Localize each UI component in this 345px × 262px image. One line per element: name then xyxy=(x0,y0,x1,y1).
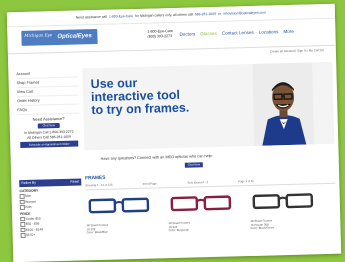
opticaleyes-page: Need assistance call 1-800-Eye-Care for … xyxy=(7,4,341,262)
hero-person-image xyxy=(252,62,314,146)
refine-panel: Refine By Reset CATEGORY Men Women Kids … xyxy=(19,178,83,238)
option-label: Kids xyxy=(25,205,31,209)
need-assistance-label: Need Assistance? xyxy=(18,115,80,122)
topbar-text-b: for Michigan callers only, all others ca… xyxy=(135,12,193,18)
items-per-page[interactable]: Items/Page: xyxy=(142,181,157,185)
schedule-appointment-button[interactable]: Schedule an Appointment Online xyxy=(20,141,78,149)
checkbox[interactable] xyxy=(20,216,25,221)
product-card[interactable]: Jill Stuart Frames JS 323 Color: Black/B… xyxy=(86,194,159,234)
account-links[interactable]: Create an Account | Sign In | My Cart (0… xyxy=(270,48,324,53)
product-color: Color: Black/Green xyxy=(250,225,322,230)
glasses-image xyxy=(168,192,235,214)
option-label: Under $50 xyxy=(26,216,41,220)
sidebar: Account Shop Frames View Cart Order Hist… xyxy=(16,68,80,148)
option-label: $100 - $149 xyxy=(26,227,43,231)
product-color: Color: Black/Blue xyxy=(87,229,159,234)
frames-section: FRAMES Showing 1 - 12 of 125 Items/Page:… xyxy=(85,170,336,235)
nav-more[interactable]: More xyxy=(283,29,294,34)
glasses-image xyxy=(86,195,153,217)
checkbox[interactable] xyxy=(20,227,25,232)
refine-title: Refine By xyxy=(21,180,36,187)
nav-glasses[interactable]: Glasses xyxy=(200,31,217,36)
chat-now-button[interactable]: Chat Now xyxy=(185,162,203,167)
category-option-kids[interactable]: Kids xyxy=(20,203,82,209)
hero-line-3: to try on frames. xyxy=(91,102,189,118)
sidebar-item-faqs[interactable]: FAQs xyxy=(17,104,79,115)
phone-line-2: (800) 393-2273 xyxy=(147,34,173,40)
results-count: Showing 1 - 12 of 125 xyxy=(85,183,112,188)
logo-script-text: Michigan Eye xyxy=(24,32,52,38)
pagination[interactable]: Page 1 of 11 xyxy=(238,179,254,183)
product-grid: Jill Stuart Frames JS 323 Color: Black/B… xyxy=(86,190,337,235)
checkbox[interactable] xyxy=(20,199,25,204)
product-info: Jill Stuart Frames JS 323 Color: Black/B… xyxy=(86,222,158,234)
sort-select[interactable]: Sort: Brand A - Z xyxy=(187,180,208,185)
checkbox[interactable] xyxy=(21,233,26,238)
checkbox[interactable] xyxy=(20,222,25,227)
option-label: $50 - $99 xyxy=(26,222,40,226)
topbar-text-c: or xyxy=(218,12,221,16)
nav-locations[interactable]: Locations xyxy=(259,29,279,35)
product-info: Jill Stuart Frames JS 324 Color: Burgund… xyxy=(168,220,240,232)
checkbox[interactable] xyxy=(20,194,25,199)
price-option-4[interactable]: $150+ xyxy=(21,231,83,237)
header-phone: 1-800-Eye-Care (800) 393-2273 xyxy=(147,29,173,40)
hero-headline: Use our interactive tool to try on frame… xyxy=(91,76,190,118)
email-link[interactable]: mhovision@opticaleyes.com xyxy=(223,11,266,16)
option-label: $150+ xyxy=(26,233,35,237)
phone-link[interactable]: 1-800-Eye-Care xyxy=(109,14,133,19)
glasses-image xyxy=(250,190,317,212)
nav-doctors[interactable]: Doctors xyxy=(179,31,195,36)
refine-reset[interactable]: Reset xyxy=(70,178,79,185)
option-label: Men xyxy=(25,194,31,198)
alt-phone-link[interactable]: 586-281-1009 xyxy=(195,12,216,17)
logo-main-text: OpticalEyes xyxy=(57,33,92,40)
product-card[interactable]: Jill Stuart Frames JS Private 358 Color:… xyxy=(250,190,323,230)
refine-header: Refine By Reset xyxy=(19,178,81,187)
hero-banner[interactable]: Use our interactive tool to try on frame… xyxy=(82,62,334,151)
contact-others: All Others Call 586-281-1009 xyxy=(18,134,80,140)
topbar-text-a: Need assistance call xyxy=(76,15,107,20)
option-label: Women xyxy=(25,199,36,203)
product-card[interactable]: Jill Stuart Frames JS 324 Color: Burgund… xyxy=(168,192,241,232)
sidebar-chat-button[interactable]: Chat Now xyxy=(38,123,60,129)
help-question: Have any questions? Connect with an MEO … xyxy=(101,154,213,161)
product-info: Jill Stuart Frames JS Private 358 Color:… xyxy=(250,218,322,230)
nav-contact-lenses[interactable]: Contact Lenses xyxy=(222,30,254,36)
checkbox[interactable] xyxy=(20,205,25,210)
main-nav: Doctors Glasses Contact Lenses Locations… xyxy=(179,29,294,37)
site-logo[interactable]: Michigan Eye OpticalEyes xyxy=(21,29,97,46)
product-color: Color: Burgundy xyxy=(169,227,241,232)
